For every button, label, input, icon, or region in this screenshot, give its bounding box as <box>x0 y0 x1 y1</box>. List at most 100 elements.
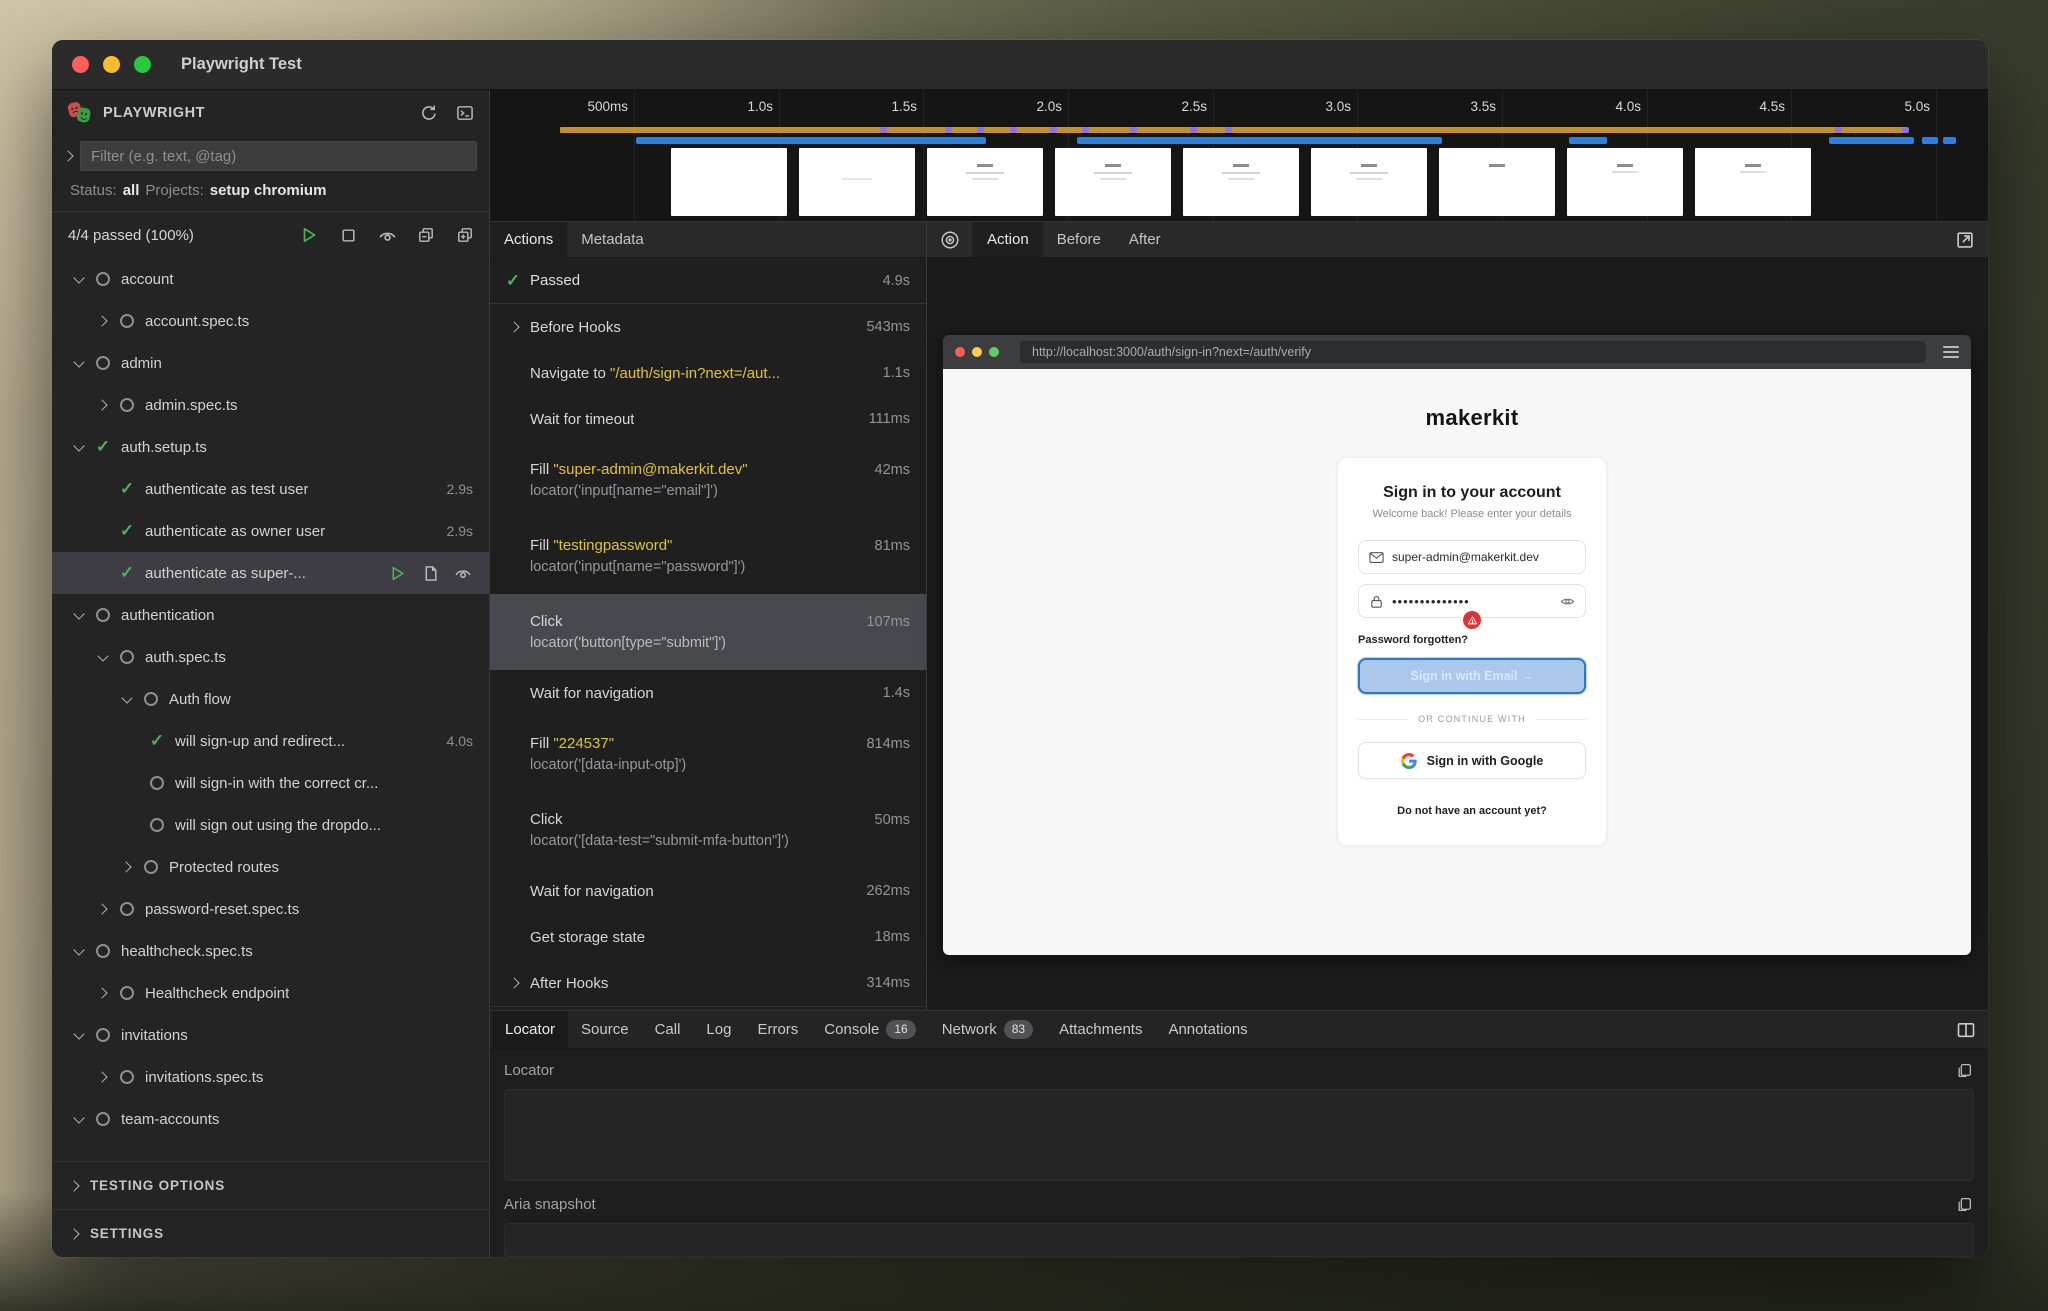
open-external-icon[interactable] <box>1942 222 1988 257</box>
tab-locator[interactable]: Locator <box>492 1011 568 1048</box>
chevron-down-icon[interactable] <box>70 1110 88 1128</box>
locator-editor[interactable] <box>504 1089 1974 1181</box>
tree-item-invitations[interactable]: invitations <box>52 1014 489 1056</box>
action-row-fill-email[interactable]: Fill "super-admin@makerkit.dev" 42ms loc… <box>490 442 926 518</box>
action-row-wait-navigation-2[interactable]: Wait for navigation 262ms <box>490 868 926 914</box>
chevron-down-icon[interactable] <box>70 1026 88 1044</box>
tab-before[interactable]: Before <box>1043 222 1115 257</box>
tree-item-team-accounts[interactable]: team-accounts <box>52 1098 489 1140</box>
close-window-button[interactable] <box>72 56 89 73</box>
chevron-right-icon[interactable] <box>94 312 112 330</box>
stop-icon[interactable] <box>338 225 358 245</box>
action-row-get-storage-state[interactable]: Get storage state 18ms <box>490 914 926 960</box>
tab-errors[interactable]: Errors <box>744 1011 811 1048</box>
section-settings[interactable]: SETTINGS <box>52 1209 489 1257</box>
chevron-right-icon[interactable] <box>94 396 112 414</box>
tab-after[interactable]: After <box>1115 222 1175 257</box>
film-strip-frame[interactable] <box>671 148 787 216</box>
tree-item-will-sign-out[interactable]: will sign out using the dropdo... <box>52 804 489 846</box>
action-row-before-hooks[interactable]: Before Hooks 543ms <box>490 304 926 350</box>
tab-attachments[interactable]: Attachments <box>1046 1011 1155 1048</box>
toggle-password-icon[interactable] <box>1560 594 1575 609</box>
tab-network[interactable]: Network83 <box>929 1011 1046 1048</box>
tree-item-will-sign-in[interactable]: will sign-in with the correct cr... <box>52 762 489 804</box>
film-strip-frame[interactable] <box>1439 148 1555 216</box>
chevron-down-icon[interactable] <box>70 942 88 960</box>
tab-console[interactable]: Console16 <box>811 1011 928 1048</box>
terminal-icon[interactable] <box>455 103 475 123</box>
tree-item-account-spec[interactable]: account.spec.ts <box>52 300 489 342</box>
copy-icon[interactable] <box>1954 1060 1974 1080</box>
timeline[interactable]: 500ms 1.0s 1.5s 2.0s 2.5s 3.0s 3.5s 4.0s… <box>490 90 1988 222</box>
filter-status-row[interactable]: Status: all Projects: setup chromium <box>52 176 489 212</box>
split-view-icon[interactable] <box>1944 1011 1988 1048</box>
action-row-wait-navigation[interactable]: Wait for navigation 1.4s <box>490 670 926 716</box>
chevron-right-icon[interactable] <box>94 984 112 1002</box>
tree-item-will-sign-up[interactable]: ✓ will sign-up and redirect... 4.0s <box>52 720 489 762</box>
chevron-down-icon[interactable] <box>70 438 88 456</box>
chevron-right-icon[interactable] <box>60 147 78 165</box>
show-source-icon[interactable] <box>420 563 440 583</box>
action-row-click-submit-selected[interactable]: Click 107ms locator('button[type="submit… <box>490 594 926 670</box>
tree-item-auth-owner-user[interactable]: ✓ authenticate as owner user 2.9s <box>52 510 489 552</box>
film-strip-frame[interactable] <box>1183 148 1299 216</box>
action-row-fill-otp[interactable]: Fill "224537" 814ms locator('[data-input… <box>490 716 926 792</box>
film-strip-frame[interactable] <box>1695 148 1811 216</box>
run-test-icon[interactable] <box>387 563 407 583</box>
watch-test-icon[interactable] <box>453 563 473 583</box>
tree-item-auth-test-user[interactable]: ✓ authenticate as test user 2.9s <box>52 468 489 510</box>
chevron-down-icon[interactable] <box>94 648 112 666</box>
action-row-after-hooks[interactable]: After Hooks 314ms <box>490 960 926 1006</box>
tree-item-account[interactable]: account <box>52 258 489 300</box>
collapse-all-icon[interactable] <box>416 225 436 245</box>
reload-icon[interactable] <box>419 103 439 123</box>
chevron-right-icon[interactable] <box>506 318 524 336</box>
chevron-right-icon[interactable] <box>94 1068 112 1086</box>
section-testing-options[interactable]: TESTING OPTIONS <box>52 1161 489 1209</box>
tree-item-healthcheck-endpoint[interactable]: Healthcheck endpoint <box>52 972 489 1014</box>
tree-item-healthcheck-spec[interactable]: healthcheck.spec.ts <box>52 930 489 972</box>
zoom-window-button[interactable] <box>134 56 151 73</box>
film-strip-frame[interactable] <box>1567 148 1683 216</box>
forgot-password-link[interactable]: Password forgotten? <box>1358 634 1586 646</box>
tree-item-auth-super-admin-selected[interactable]: ✓ authenticate as super-... <box>52 552 489 594</box>
expand-all-icon[interactable] <box>455 225 475 245</box>
film-strip-frame[interactable] <box>799 148 915 216</box>
chevron-down-icon[interactable] <box>70 270 88 288</box>
tab-action[interactable]: Action <box>973 222 1043 257</box>
chevron-down-icon[interactable] <box>70 354 88 372</box>
tree-item-auth-setup[interactable]: ✓ auth.setup.ts <box>52 426 489 468</box>
sign-in-google-button[interactable]: Sign in with Google <box>1358 742 1586 779</box>
run-all-icon[interactable] <box>299 225 319 245</box>
action-row-navigate[interactable]: Navigate to "/auth/sign-in?next=/aut... … <box>490 350 926 396</box>
tab-log[interactable]: Log <box>693 1011 744 1048</box>
email-field[interactable]: super-admin@makerkit.dev <box>1358 540 1586 574</box>
tab-source[interactable]: Source <box>568 1011 642 1048</box>
tree-item-admin[interactable]: admin <box>52 342 489 384</box>
film-strip-frame[interactable] <box>1311 148 1427 216</box>
watch-all-icon[interactable] <box>377 225 397 245</box>
tree-item-authentication[interactable]: authentication <box>52 594 489 636</box>
action-row-wait-timeout[interactable]: Wait for timeout 111ms <box>490 396 926 442</box>
tree-item-auth-spec[interactable]: auth.spec.ts <box>52 636 489 678</box>
tab-actions[interactable]: Actions <box>490 222 567 257</box>
film-strip-frame[interactable] <box>927 148 1043 216</box>
tree-item-invitations-spec[interactable]: invitations.spec.ts <box>52 1056 489 1098</box>
aria-snapshot-editor[interactable] <box>504 1223 1974 1257</box>
chevron-right-icon[interactable] <box>94 900 112 918</box>
tree-item-protected-routes[interactable]: Protected routes <box>52 846 489 888</box>
chevron-down-icon[interactable] <box>118 690 136 708</box>
tree-item-password-reset-spec[interactable]: password-reset.spec.ts <box>52 888 489 930</box>
filter-input[interactable] <box>80 141 477 171</box>
film-strip-frame[interactable] <box>1055 148 1171 216</box>
pick-locator-icon[interactable] <box>927 222 973 257</box>
tree-item-auth-flow[interactable]: Auth flow <box>52 678 489 720</box>
minimize-window-button[interactable] <box>103 56 120 73</box>
copy-icon[interactable] <box>1954 1194 1974 1214</box>
sign-in-email-button[interactable]: Sign in with Email → <box>1358 658 1586 694</box>
chevron-down-icon[interactable] <box>70 606 88 624</box>
chevron-right-icon[interactable] <box>506 974 524 992</box>
chevron-right-icon[interactable] <box>118 858 136 876</box>
action-row-click-mfa[interactable]: Click 50ms locator('[data-test="submit-m… <box>490 792 926 868</box>
hamburger-menu-icon[interactable] <box>1943 346 1959 358</box>
